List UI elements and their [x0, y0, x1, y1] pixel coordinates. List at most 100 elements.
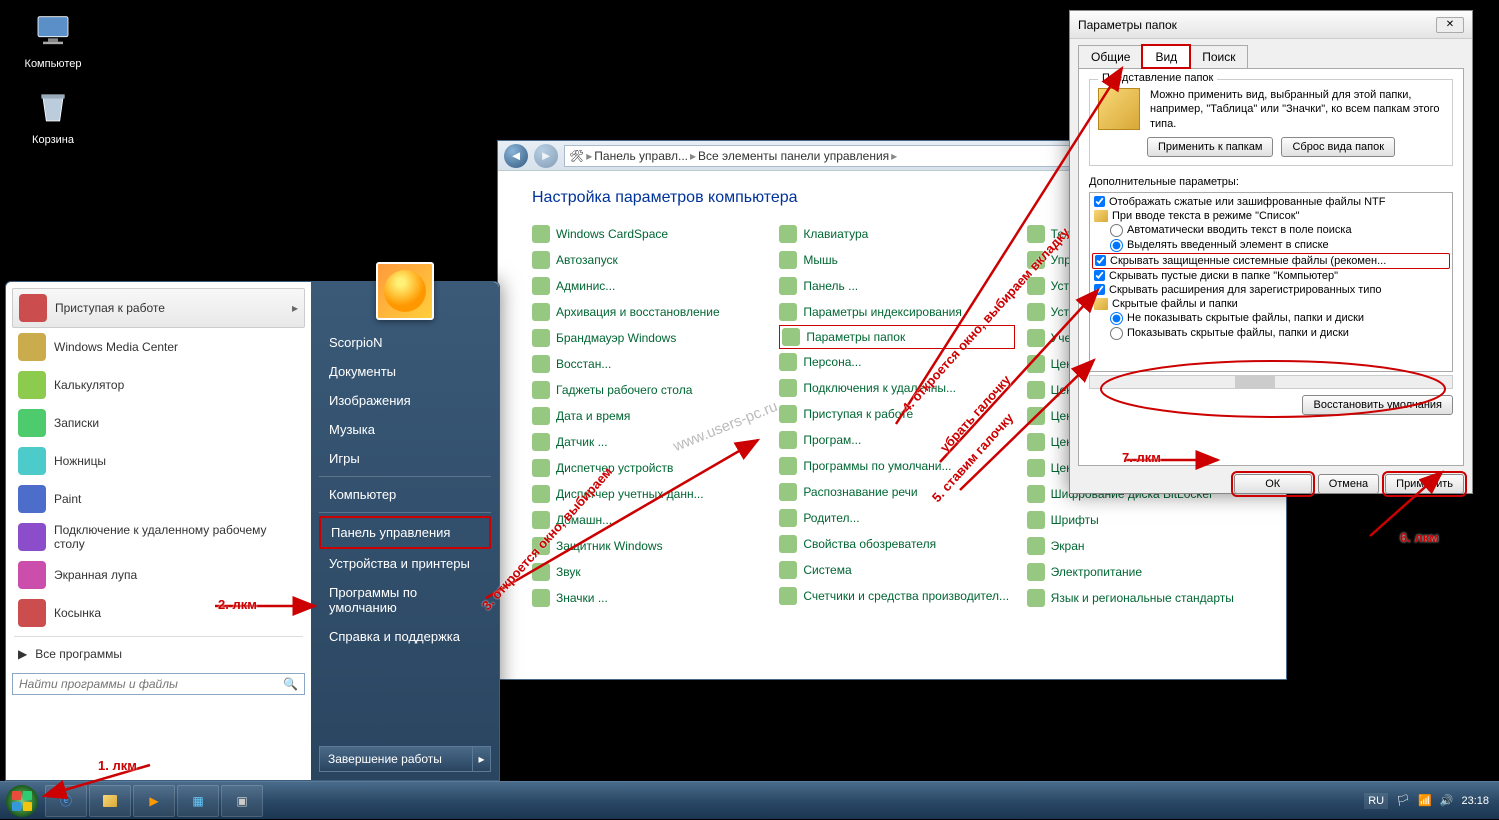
search-input[interactable] [19, 677, 283, 691]
fo-option-row[interactable]: Скрывать расширения для зарегистрированн… [1092, 283, 1450, 297]
sm-right-item[interactable]: Изображения [319, 386, 491, 415]
desktop-icon-recycle[interactable]: Корзина [18, 86, 88, 146]
sm-right-item[interactable]: Панель управления [319, 516, 491, 549]
cp-item[interactable]: Значки ... [532, 585, 767, 611]
sm-program-item[interactable]: Paint [12, 480, 305, 518]
apply-to-folders-button[interactable]: Применить к папкам [1147, 137, 1274, 157]
cp-item[interactable]: Архивация и восстановление [532, 299, 767, 325]
user-avatar[interactable] [376, 262, 434, 320]
fo-option-row[interactable]: Не показывать скрытые файлы, папки и дис… [1092, 311, 1450, 326]
checkbox[interactable] [1094, 284, 1105, 295]
tab-general[interactable]: Общие [1078, 45, 1143, 68]
sm-program-item[interactable]: Калькулятор [12, 366, 305, 404]
shutdown-menu-button[interactable]: ▸ [473, 746, 491, 772]
sm-program-item[interactable]: Приступая к работе▸ [12, 288, 305, 328]
sm-right-item[interactable]: Устройства и принтеры [319, 549, 491, 578]
taskbar-app2[interactable]: ▣ [221, 785, 263, 817]
cp-item[interactable]: Язык и региональные стандарты [1027, 585, 1262, 611]
cp-item[interactable]: Подключения к удаленны... [779, 375, 1014, 401]
fo-advanced-list[interactable]: Отображать сжатые или зашифрованные файл… [1089, 192, 1453, 372]
cp-item[interactable]: Звук [532, 559, 767, 585]
cp-item[interactable]: Домашн... [532, 507, 767, 533]
fo-option-row[interactable]: Скрытые файлы и папки [1092, 297, 1450, 311]
tab-view[interactable]: Вид [1142, 45, 1190, 68]
nav-forward-button[interactable]: ► [534, 144, 558, 168]
cp-item[interactable]: Защитник Windows [532, 533, 767, 559]
cp-item[interactable]: Датчик ... [532, 429, 767, 455]
cp-item[interactable]: Программы по умолчани... [779, 453, 1014, 479]
cp-item[interactable]: Програм... [779, 427, 1014, 453]
desktop-icon-computer[interactable]: Компьютер [18, 10, 88, 70]
ok-button[interactable]: ОК [1234, 474, 1312, 494]
tray-network-icon[interactable]: 📶 [1418, 794, 1432, 807]
radio[interactable] [1110, 312, 1123, 325]
checkbox[interactable] [1094, 196, 1105, 207]
sm-program-item[interactable]: Ножницы [12, 442, 305, 480]
cp-item[interactable]: Счетчики и средства производител... [779, 583, 1014, 609]
cp-item[interactable]: Панель ... [779, 273, 1014, 299]
tray-volume-icon[interactable]: 🔊 [1440, 794, 1454, 807]
cancel-button[interactable]: Отмена [1318, 474, 1379, 494]
taskbar-ie[interactable]: ⓔ [45, 785, 87, 817]
sm-program-item[interactable]: Подключение к удаленному рабочему столу [12, 518, 305, 556]
fo-option-row[interactable]: Скрывать защищенные системные файлы (рек… [1092, 253, 1450, 269]
cp-item[interactable]: Брандмауэр Windows [532, 325, 767, 351]
all-programs-button[interactable]: ▶ Все программы [12, 641, 305, 667]
sm-program-item[interactable]: Windows Media Center [12, 328, 305, 366]
cp-item[interactable]: Админис... [532, 273, 767, 299]
apply-button[interactable]: Применить [1385, 474, 1464, 494]
cp-item[interactable]: Дата и время [532, 403, 767, 429]
cp-item[interactable]: Параметры папок [779, 325, 1014, 349]
cp-item[interactable]: Шрифты [1027, 507, 1262, 533]
nav-back-button[interactable]: ◄ [504, 144, 528, 168]
taskbar-app1[interactable]: ▦ [177, 785, 219, 817]
cp-item[interactable]: Свойства обозревателя [779, 531, 1014, 557]
taskbar-wmp[interactable]: ▶ [133, 785, 175, 817]
cp-item[interactable]: Персона... [779, 349, 1014, 375]
fo-option-row[interactable]: Показывать скрытые файлы, папки и диски [1092, 326, 1450, 341]
cp-item[interactable]: Родител... [779, 505, 1014, 531]
sm-right-item[interactable]: Документы [319, 357, 491, 386]
search-box[interactable]: 🔍 [12, 673, 305, 695]
tray-flag-icon[interactable]: 🏳 [1396, 794, 1410, 807]
fo-option-row[interactable]: Скрывать пустые диски в папке "Компьютер… [1092, 269, 1450, 283]
fo-option-row[interactable]: Автоматически вводить текст в поле поиск… [1092, 223, 1450, 238]
sm-right-item[interactable]: Компьютер [319, 480, 491, 509]
sm-program-item[interactable]: Экранная лупа [12, 556, 305, 594]
cp-item[interactable]: Диспетчер учетных данн... [532, 481, 767, 507]
cp-item[interactable]: Приступая к работе [779, 401, 1014, 427]
tab-search[interactable]: Поиск [1189, 45, 1248, 68]
breadcrumb-seg[interactable]: Панель управл... [594, 149, 688, 163]
close-button[interactable]: ✕ [1436, 17, 1464, 33]
cp-item[interactable]: Электропитание [1027, 559, 1262, 585]
fo-option-row[interactable]: Выделять введенный элемент в списке [1092, 238, 1450, 253]
fo-option-row[interactable]: При вводе текста в режиме "Список" [1092, 209, 1450, 223]
fo-hscroll[interactable] [1089, 375, 1453, 389]
lang-indicator[interactable]: RU [1364, 793, 1388, 809]
restore-defaults-button[interactable]: Восстановить умолчания [1302, 395, 1453, 415]
shutdown-button[interactable]: Завершение работы [319, 746, 473, 772]
sm-right-item[interactable]: Справка и поддержка [319, 622, 491, 651]
cp-item[interactable]: Гаджеты рабочего стола [532, 377, 767, 403]
cp-item[interactable]: Система [779, 557, 1014, 583]
cp-item[interactable]: Экран [1027, 533, 1262, 559]
cp-item[interactable]: Автозапуск [532, 247, 767, 273]
sm-right-item[interactable]: Музыка [319, 415, 491, 444]
cp-item[interactable]: Параметры индексирования [779, 299, 1014, 325]
taskbar-explorer[interactable] [89, 785, 131, 817]
cp-item[interactable]: Windows CardSpace [532, 221, 767, 247]
cp-item[interactable]: Распознавание речи [779, 479, 1014, 505]
radio[interactable] [1110, 224, 1123, 237]
checkbox[interactable] [1094, 270, 1105, 281]
cp-item[interactable]: Восстан... [532, 351, 767, 377]
radio[interactable] [1110, 239, 1123, 252]
tray-clock[interactable]: 23:18 [1461, 795, 1489, 807]
sm-right-item[interactable]: Программы по умолчанию [319, 578, 491, 622]
cp-item[interactable]: Клавиатура [779, 221, 1014, 247]
breadcrumb-seg[interactable]: Все элементы панели управления [698, 149, 889, 163]
sm-program-item[interactable]: Косынка [12, 594, 305, 632]
sm-program-item[interactable]: Записки [12, 404, 305, 442]
fo-option-row[interactable]: Отображать сжатые или зашифрованные файл… [1092, 195, 1450, 209]
checkbox[interactable] [1095, 255, 1106, 266]
cp-item[interactable]: Мышь [779, 247, 1014, 273]
